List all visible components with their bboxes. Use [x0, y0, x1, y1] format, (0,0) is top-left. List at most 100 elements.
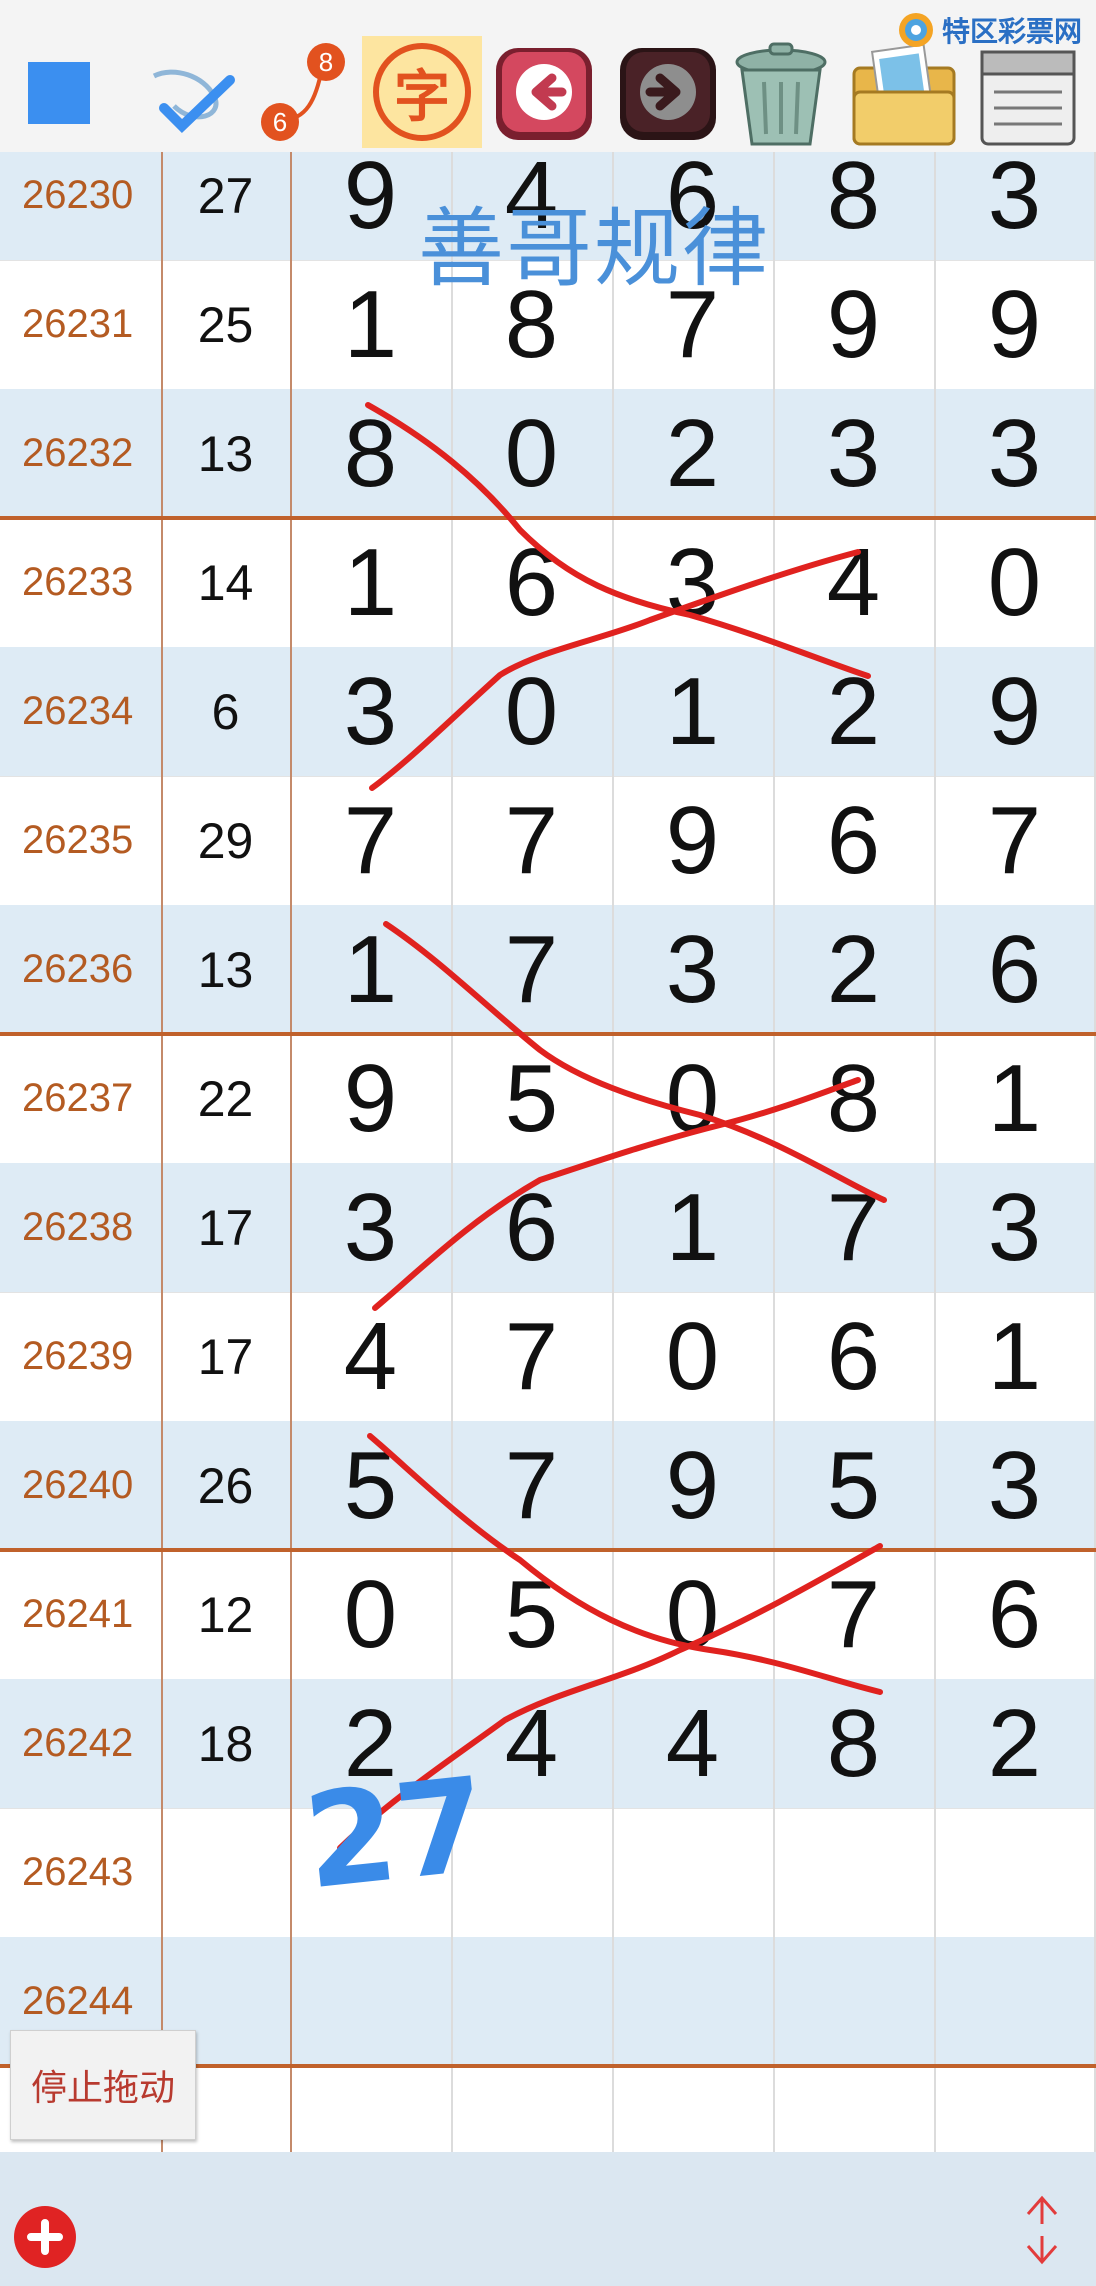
stop-drag-button[interactable]: 停止拖动 [10, 2030, 196, 2140]
digit-cell-4[interactable]: 7 [773, 1550, 934, 1679]
digit-cell-2[interactable]: 6 [451, 518, 612, 647]
digit-cell-1[interactable]: 0 [290, 1550, 451, 1679]
notepad-icon[interactable] [972, 38, 1084, 150]
digit-cell-3[interactable] [612, 2066, 773, 2152]
pen-check-icon[interactable] [144, 46, 248, 146]
digit-cell-2[interactable] [451, 1937, 612, 2066]
square-color-icon[interactable] [28, 62, 90, 124]
digit-cell-4[interactable]: 3 [773, 389, 934, 518]
table-row: 26235 29 7 7 9 6 7 [0, 776, 1096, 905]
digit-cell-4[interactable]: 6 [773, 1292, 934, 1421]
digit-cell-5[interactable] [934, 2066, 1095, 2152]
digit-cell-2[interactable]: 7 [451, 1292, 612, 1421]
digit-cell-5[interactable]: 7 [934, 776, 1095, 905]
toolbar: 8 6 字 特区彩票网 [0, 0, 1096, 152]
forward-arrow-icon[interactable] [616, 42, 720, 146]
digit-cell-4[interactable]: 7 [773, 1163, 934, 1292]
digit-cell-1[interactable]: 3 [290, 1163, 451, 1292]
digit-cell-1[interactable]: 9 [290, 1034, 451, 1163]
plus-circle-icon[interactable] [14, 2206, 76, 2268]
table-row: 26241 12 0 5 0 7 6 [0, 1550, 1096, 1679]
digit-cell-4[interactable]: 8 [773, 1679, 934, 1808]
issue-number: 26243 [22, 1850, 134, 1894]
digit-cell-3[interactable]: 2 [612, 389, 773, 518]
digit-cell-5[interactable]: 0 [934, 518, 1095, 647]
digit-cell-4[interactable]: 5 [773, 1421, 934, 1550]
digit-cell-5[interactable]: 2 [934, 1679, 1095, 1808]
digit-cell-3[interactable]: 0 [612, 1550, 773, 1679]
digit-cell-5[interactable] [934, 1808, 1095, 1937]
digit-cell-2[interactable]: 0 [451, 647, 612, 776]
column-divider [612, 152, 614, 2152]
issue-number: 26234 [22, 689, 134, 733]
digit-cell-2[interactable]: 5 [451, 1550, 612, 1679]
digit-cell-2[interactable]: 5 [451, 1034, 612, 1163]
table-row: 26236 13 1 7 3 2 6 [0, 905, 1096, 1034]
column-divider [773, 152, 775, 2152]
digit-cell-5[interactable]: 9 [934, 647, 1095, 776]
sum-value: 13 [197, 941, 254, 998]
digit-cell-3[interactable]: 1 [612, 1163, 773, 1292]
digit-cell-4[interactable]: 8 [773, 1034, 934, 1163]
number-path-icon[interactable]: 8 6 [256, 40, 356, 144]
digit-cell-4[interactable]: 6 [773, 776, 934, 905]
digit-cell-2[interactable]: 0 [451, 389, 612, 518]
digit-cell-4[interactable]: 2 [773, 647, 934, 776]
digit-cell-1[interactable] [290, 2066, 451, 2152]
digit-cell-5[interactable]: 1 [934, 1034, 1095, 1163]
sum-value: 6 [211, 683, 240, 740]
digit-cell-1[interactable]: 1 [290, 518, 451, 647]
digit-cell-3[interactable]: 9 [612, 776, 773, 905]
digit-cell-4[interactable]: 9 [773, 260, 934, 389]
up-down-arrows-icon[interactable] [1018, 2190, 1066, 2270]
digit-cell-2[interactable] [451, 2066, 612, 2152]
digit-cell-3[interactable]: 1 [612, 647, 773, 776]
digit-cell-5[interactable]: 3 [934, 1421, 1095, 1550]
digit-cell-1[interactable]: 8 [290, 389, 451, 518]
digit-cell-2[interactable] [451, 1808, 612, 1937]
digit-cell-5[interactable]: 6 [934, 1550, 1095, 1679]
digit-cell-1[interactable] [290, 1937, 451, 2066]
sum-value: 17 [197, 1328, 254, 1385]
digit-cell-1[interactable] [290, 1808, 451, 1937]
digit-cell-5[interactable]: 6 [934, 905, 1095, 1034]
table-row: 26238 17 3 6 1 7 3 [0, 1163, 1096, 1292]
digit-cell-1[interactable]: 5 [290, 1421, 451, 1550]
digit-cell-5[interactable] [934, 1937, 1095, 2066]
digit-cell-3[interactable]: 0 [612, 1034, 773, 1163]
digit-cell-3[interactable]: 4 [612, 1679, 773, 1808]
digit-cell-4[interactable] [773, 2066, 934, 2152]
digit-cell-5[interactable]: 9 [934, 260, 1095, 389]
digit-cell-4[interactable] [773, 1937, 934, 2066]
photo-folder-icon[interactable] [846, 38, 964, 150]
digit-cell-3[interactable] [612, 1808, 773, 1937]
digit-cell-1[interactable]: 4 [290, 1292, 451, 1421]
digit-cell-1[interactable]: 2 [290, 1679, 451, 1808]
digit-cell-3[interactable] [612, 1937, 773, 2066]
digit-cell-5[interactable]: 3 [934, 152, 1095, 260]
digit-cell-5[interactable]: 3 [934, 389, 1095, 518]
digit-cell-1[interactable]: 3 [290, 647, 451, 776]
digit-cell-4[interactable] [773, 1808, 934, 1937]
digit-cell-2[interactable]: 4 [451, 1679, 612, 1808]
digit-cell-2[interactable]: 6 [451, 1163, 612, 1292]
digit-cell-2[interactable]: 7 [451, 1421, 612, 1550]
column-divider [290, 152, 292, 2152]
digit-cell-2[interactable]: 7 [451, 905, 612, 1034]
digit-cell-3[interactable]: 3 [612, 905, 773, 1034]
digit-cell-2[interactable]: 7 [451, 776, 612, 905]
digit-cell-4[interactable]: 8 [773, 152, 934, 260]
digit-cell-5[interactable]: 1 [934, 1292, 1095, 1421]
digit-cell-4[interactable]: 2 [773, 905, 934, 1034]
digit-cell-3[interactable]: 0 [612, 1292, 773, 1421]
digit-cell-3[interactable]: 3 [612, 518, 773, 647]
trash-can-icon[interactable] [726, 38, 836, 150]
digit-cell-1[interactable]: 1 [290, 905, 451, 1034]
digit-cell-4[interactable]: 4 [773, 518, 934, 647]
digit-cell-3[interactable]: 9 [612, 1421, 773, 1550]
zi-char-icon[interactable]: 字 [362, 36, 482, 148]
back-arrow-icon[interactable] [492, 42, 596, 146]
digit-cell-5[interactable]: 3 [934, 1163, 1095, 1292]
digit-cell-1[interactable]: 7 [290, 776, 451, 905]
issue-number: 26232 [22, 431, 134, 475]
